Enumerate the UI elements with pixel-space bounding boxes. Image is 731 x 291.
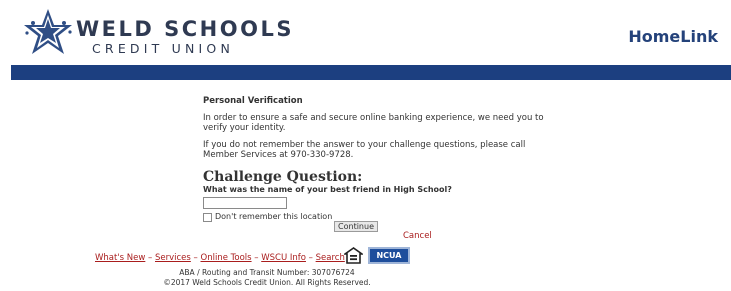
footer-link-services[interactable]: Services (155, 253, 191, 263)
footer-link-search[interactable]: Search (316, 253, 345, 263)
challenge-question: What was the name of your best friend in… (203, 185, 452, 194)
footer-link-whats-new[interactable]: What's New (95, 253, 145, 263)
ncua-badge[interactable]: NCUA (368, 247, 410, 264)
copyright: ©2017 Weld Schools Credit Union. All Rig… (163, 278, 371, 287)
footer-link-online-tools[interactable]: Online Tools (201, 253, 252, 263)
footer-link-wscu-info[interactable]: WSCU Info (261, 253, 306, 263)
logo-title: WELD SCHOOLS (76, 17, 294, 41)
app-name: HomeLink (628, 27, 718, 46)
cancel-link[interactable]: Cancel (403, 231, 432, 241)
challenge-title: Challenge Question: (203, 169, 363, 185)
equal-housing-lender-icon (344, 247, 363, 264)
footer-links: What's New – Services – Online Tools – W… (95, 253, 345, 263)
continue-button[interactable]: Continue (334, 221, 378, 232)
star-logo-icon (24, 9, 72, 54)
header-band (11, 65, 731, 80)
verification-heading: Personal Verification (203, 96, 303, 106)
logo-subtitle: CREDIT UNION (92, 41, 235, 56)
routing-number: ABA / Routing and Transit Number: 307076… (179, 268, 355, 277)
continue-row: Continue (203, 221, 378, 232)
logo[interactable]: WELD SCHOOLS CREDIT UNION (20, 8, 291, 60)
verification-panel: Personal Verification In order to ensure… (203, 96, 548, 241)
help-text: If you do not remember the answer to you… (203, 140, 526, 160)
intro-text: In order to ensure a safe and secure onl… (203, 113, 544, 133)
answer-input[interactable] (203, 197, 287, 209)
